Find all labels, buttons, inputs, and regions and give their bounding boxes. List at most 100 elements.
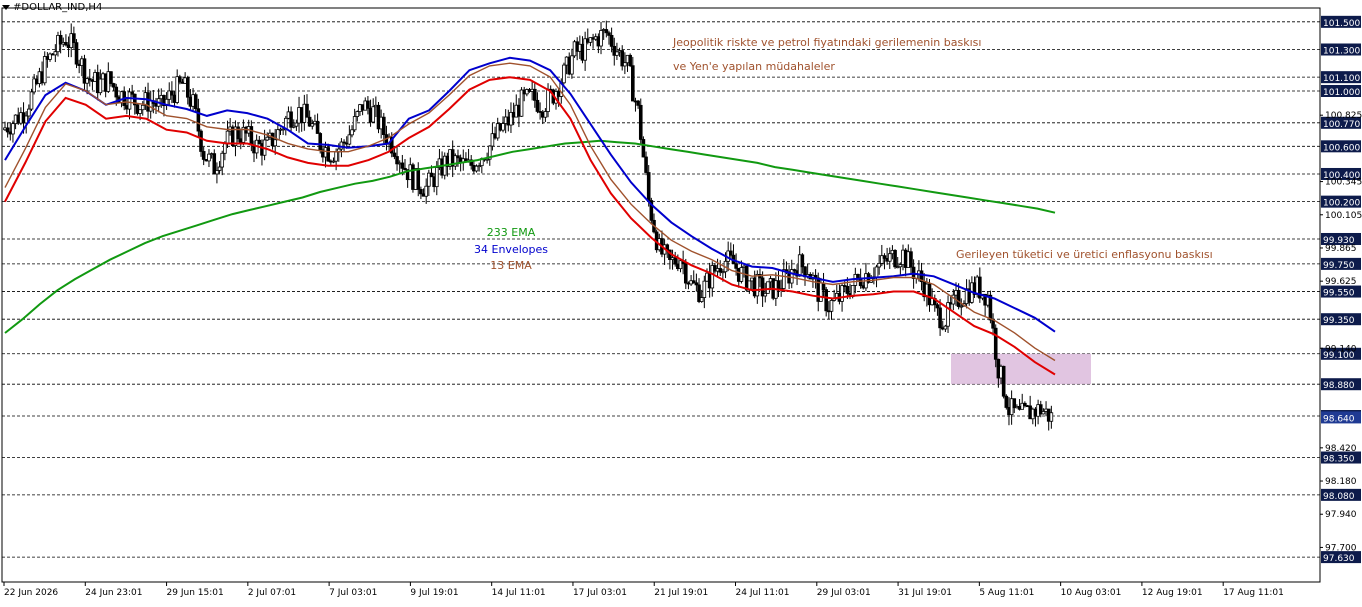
chart-canvas[interactable]: 101.500 101.300 101.100 101.000 100.770 100.6… — [0, 0, 1362, 603]
candle-body — [434, 167, 439, 188]
candle-body — [893, 249, 897, 268]
candle-body — [5, 127, 10, 133]
y-tick-label: 99.865 — [1325, 244, 1357, 254]
level-label: 101.500 — [1323, 19, 1360, 29]
candle-body — [193, 94, 198, 110]
candle-body — [326, 147, 330, 162]
candle-body — [683, 263, 688, 284]
annotation: ve Yen'e yapılan müdahaleler — [673, 60, 835, 73]
level-label: 100.200 — [1323, 199, 1360, 209]
candle-body — [114, 86, 119, 98]
candle-body — [207, 153, 211, 162]
y-tick-label: 97.940 — [1325, 510, 1357, 520]
candle-body — [628, 54, 632, 67]
candle-body — [532, 88, 537, 101]
candle-body — [318, 133, 323, 151]
candle-body — [988, 294, 993, 321]
candle-body — [355, 111, 360, 117]
candle-body — [604, 29, 609, 34]
y-tick-label: 98.180 — [1325, 477, 1357, 487]
candle-body — [334, 151, 338, 162]
candle-body — [789, 269, 794, 284]
x-tick-label: 17 Jul 03:01 — [573, 588, 627, 598]
symbol-header[interactable]: #DOLLAR_IND,H4 — [2, 2, 102, 13]
candle-body — [638, 104, 643, 140]
y-tick-label: 100.105 — [1325, 211, 1362, 221]
level-label: 97.630 — [1323, 554, 1355, 564]
candle-body — [98, 78, 103, 94]
candle-body — [289, 111, 293, 128]
candle-body — [623, 62, 627, 67]
candle-body — [644, 156, 648, 173]
annotation: Gerileyen tüketici ve üretici enflasyonu… — [956, 248, 1213, 261]
candle-body — [535, 99, 540, 112]
candle-body — [29, 91, 34, 110]
candle-body — [185, 77, 190, 98]
candle-body — [400, 162, 405, 169]
candle-body — [699, 297, 704, 302]
candle-body — [956, 290, 961, 307]
candle-body — [856, 273, 860, 279]
level-label: 99.750 — [1323, 261, 1355, 271]
candle-body — [599, 30, 603, 47]
y-tick-label: 99.140 — [1325, 344, 1357, 354]
candle-body — [800, 254, 805, 268]
level-label: 98.080 — [1323, 492, 1355, 502]
plot-frame — [1, 7, 1321, 583]
candle-body — [305, 103, 309, 118]
x-tick-label: 24 Jun 23:01 — [85, 588, 142, 598]
candle-body — [702, 280, 707, 298]
candle-body — [138, 109, 142, 114]
triangle-down-icon[interactable] — [2, 5, 10, 10]
level-label: 101.000 — [1323, 88, 1360, 98]
candle-body — [1004, 395, 1009, 408]
candle-body — [938, 307, 942, 329]
candle-body — [609, 34, 614, 47]
candle-body — [53, 51, 58, 56]
candle-body — [249, 126, 254, 146]
candle-body — [991, 319, 995, 329]
candle-body — [352, 116, 357, 131]
x-tick-label: 31 Jul 19:01 — [898, 588, 952, 598]
candle-body — [882, 255, 887, 259]
level-label: 99.350 — [1323, 316, 1355, 326]
y-tick-label: 99.625 — [1325, 277, 1357, 287]
legend-entry: 34 Envelopes — [474, 243, 548, 256]
candle-body — [1001, 365, 1006, 397]
candle-body — [199, 130, 203, 152]
candle-body — [829, 300, 834, 312]
x-tick-label: 24 Jul 11:01 — [736, 588, 790, 598]
candle-body — [729, 250, 733, 256]
y-tick-label: 100.345 — [1325, 178, 1362, 188]
candle-body — [217, 166, 222, 171]
candle-body — [840, 285, 844, 302]
candle-body — [429, 172, 434, 178]
candle-body — [993, 327, 998, 360]
candle-body — [170, 90, 174, 96]
candle-body — [1049, 412, 1054, 422]
y-tick-label: 97.700 — [1325, 543, 1357, 553]
candle-body — [382, 116, 386, 136]
y-tick-label: 98.420 — [1325, 444, 1357, 454]
candle-body — [776, 280, 781, 290]
candle-body — [874, 266, 879, 278]
candle-body — [265, 136, 270, 141]
candle-body — [201, 151, 206, 160]
x-tick-label: 22 Jun 2026 — [4, 588, 58, 598]
x-tick-label: 9 Jul 19:01 — [410, 588, 458, 598]
candle-body — [24, 115, 28, 124]
candle-body — [782, 269, 786, 289]
candle-body — [877, 262, 881, 268]
candle-body — [424, 185, 428, 197]
legend-entry: 233 EMA — [487, 226, 536, 239]
candle-body — [824, 289, 828, 312]
candle-body — [562, 64, 566, 84]
candle-body — [223, 143, 227, 154]
candle-body — [543, 111, 548, 118]
price-chart[interactable]: 101.500 101.300 101.100 101.000 100.770 100.6… — [0, 0, 1362, 603]
annotation: Jeopolitik riskte ve petrol fiyatındaki … — [672, 36, 981, 49]
candle-body — [419, 189, 423, 195]
current-price-label: 98.640 — [1323, 414, 1355, 424]
candle-body — [109, 71, 113, 84]
x-tick-label: 10 Aug 03:01 — [1061, 588, 1122, 598]
